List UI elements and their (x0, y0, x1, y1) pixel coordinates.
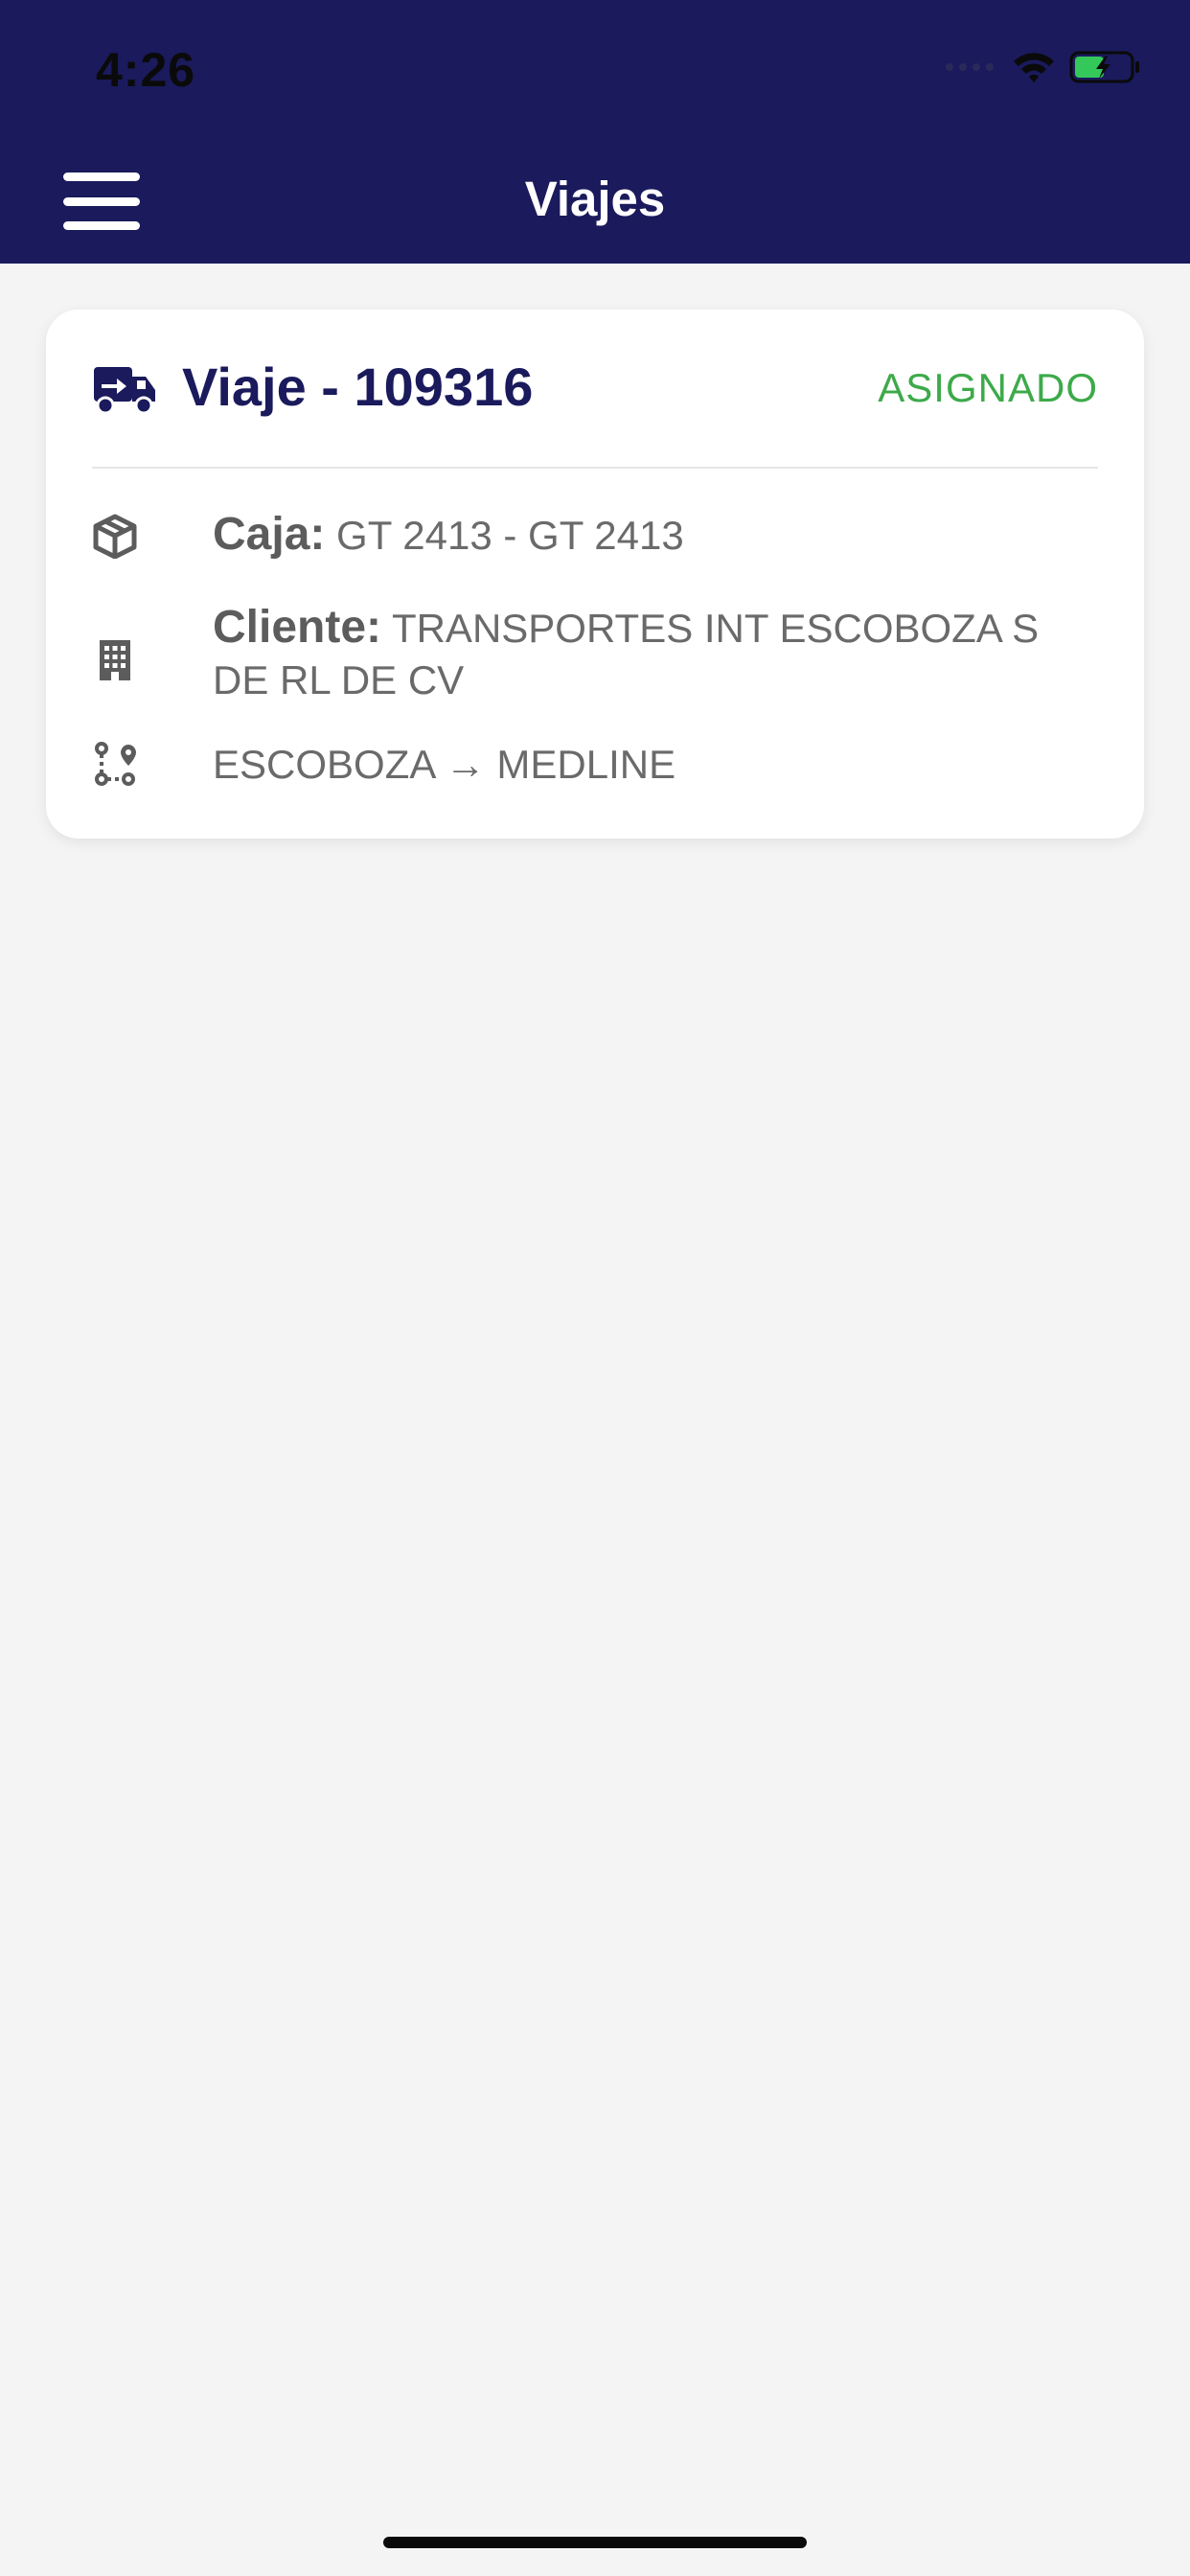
status-icons (945, 50, 1142, 84)
route-text: ESCOBOZA → MEDLINE (213, 742, 676, 787)
route-icon (95, 742, 136, 786)
battery-icon (1069, 51, 1139, 83)
caja-value: GT 2413 - GT 2413 (336, 513, 684, 558)
cliente-text: Cliente: TRANSPORTES INT ESCOBOZA S DE R… (213, 602, 1098, 706)
cellular-icon (946, 63, 994, 71)
trip-card-header: Viaje - 109316 ASIGNADO (92, 356, 1098, 469)
truck-icon (94, 367, 155, 415)
trip-title: Viaje - 109316 (182, 356, 534, 417)
caja-label: Caja: (213, 509, 326, 560)
app-header: 4:26 Viajes (0, 0, 1190, 264)
status-badge: ASIGNADO (878, 365, 1098, 410)
box-icon (93, 514, 137, 559)
building-icon (100, 640, 130, 680)
page-title: Viajes (524, 172, 666, 226)
cliente-label: Cliente: (213, 602, 382, 653)
home-indicator[interactable] (383, 2537, 807, 2548)
wifi-icon (1014, 53, 1054, 82)
trip-card[interactable]: Viaje - 109316 ASIGNADO Caja: GT 2413 - … (46, 310, 1144, 839)
status-time: 4:26 (96, 43, 196, 97)
caja-text: Caja: GT 2413 - GT 2413 (213, 509, 1098, 562)
